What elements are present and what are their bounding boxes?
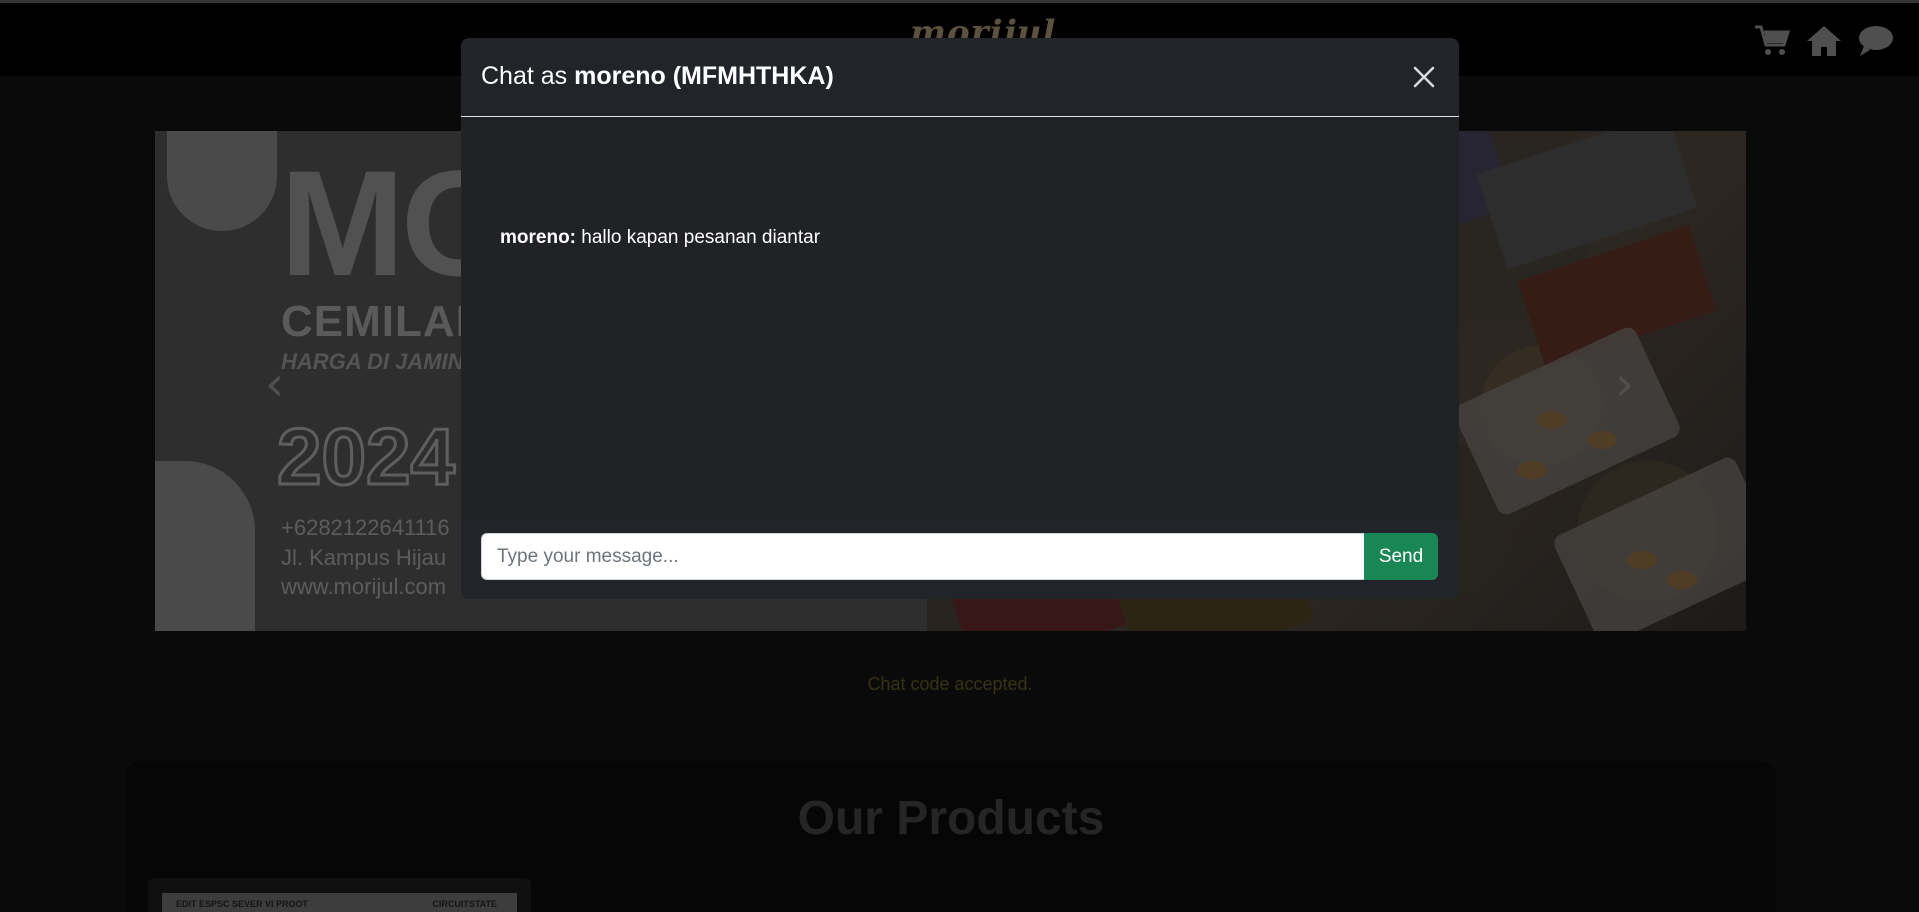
send-button[interactable]: Send: [1364, 533, 1438, 580]
chat-messages: moreno: hallo kapan pesanan diantar: [461, 118, 1459, 520]
modal-title-user: moreno (MFMHTHKA): [574, 62, 834, 90]
chat-modal: Chat as moreno (MFMHTHKA) moreno: hallo …: [461, 38, 1459, 599]
modal-title-prefix: Chat as: [481, 62, 575, 90]
chat-input-bar: Send: [461, 520, 1459, 599]
close-button[interactable]: [1407, 60, 1441, 94]
chat-message: moreno: hallo kapan pesanan diantar: [500, 227, 820, 249]
close-icon: [1413, 66, 1435, 88]
message-sender: moreno:: [500, 227, 582, 248]
message-input[interactable]: [481, 533, 1364, 580]
modal-title: Chat as moreno (MFMHTHKA): [481, 62, 834, 91]
message-text: hallo kapan pesanan diantar: [581, 227, 821, 248]
modal-header: Chat as moreno (MFMHTHKA): [461, 38, 1459, 117]
